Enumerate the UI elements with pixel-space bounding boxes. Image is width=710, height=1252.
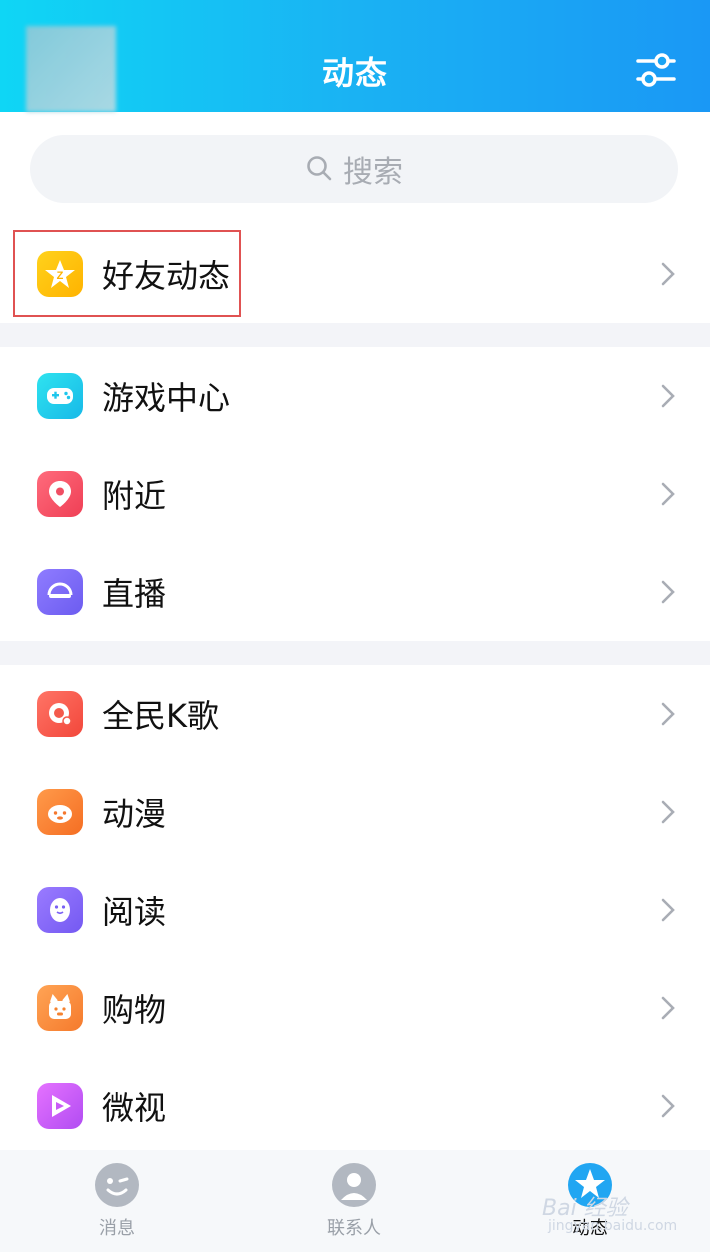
chevron-right-icon — [661, 384, 675, 408]
menu-item-anime[interactable]: 动漫 — [0, 764, 710, 860]
highlight-box — [13, 230, 241, 317]
chevron-right-icon — [661, 262, 675, 286]
anime-face-icon — [37, 789, 83, 835]
tab-label: 联系人 — [327, 1218, 381, 1239]
menu-item-label: 游戏中心 — [102, 379, 231, 417]
menu-item-label: 全民K歌 — [102, 697, 219, 735]
reading-penguin-icon — [37, 887, 83, 933]
menu-item-karaoke[interactable]: 全民K歌 — [0, 666, 710, 762]
menu-item-nearby[interactable]: 附近 — [0, 446, 710, 542]
menu-item-label: 购物 — [102, 991, 167, 1029]
search-icon — [307, 156, 332, 181]
message-smiley-icon — [95, 1163, 139, 1207]
tab-contacts[interactable]: 联系人 — [294, 1150, 414, 1252]
menu-item-label: 阅读 — [102, 893, 167, 931]
menu-item-reading[interactable]: 阅读 — [0, 862, 710, 958]
chevron-right-icon — [661, 482, 675, 506]
section-divider — [0, 323, 710, 347]
chevron-right-icon — [661, 996, 675, 1020]
menu-item-weishi[interactable]: 微视 — [0, 1058, 710, 1154]
menu-item-shopping[interactable]: 购物 — [0, 960, 710, 1056]
chevron-right-icon — [661, 898, 675, 922]
page-title: 动态 — [321, 54, 388, 92]
search-placeholder: 搜索 — [343, 155, 403, 190]
chevron-right-icon — [661, 800, 675, 824]
shopping-bag-icon — [37, 985, 83, 1031]
video-play-icon — [37, 1083, 83, 1129]
menu-item-label: 直播 — [102, 575, 167, 613]
menu-item-label: 附近 — [102, 477, 167, 515]
gamepad-icon — [37, 373, 83, 419]
chevron-right-icon — [661, 702, 675, 726]
karaoke-icon — [37, 691, 83, 737]
contact-person-icon — [332, 1163, 376, 1207]
chevron-right-icon — [661, 580, 675, 604]
watermark-url: jingyan.baidu.com — [548, 1218, 678, 1234]
tab-label: 消息 — [99, 1218, 135, 1239]
tab-messages[interactable]: 消息 — [57, 1150, 177, 1252]
location-pin-icon — [37, 471, 83, 517]
chevron-right-icon — [661, 1094, 675, 1118]
section-divider — [0, 641, 710, 665]
search-input[interactable]: 搜索 — [30, 135, 678, 203]
settings-sliders-icon[interactable] — [634, 50, 678, 90]
menu-item-label: 动漫 — [102, 795, 167, 833]
menu-item-game-center[interactable]: 游戏中心 — [0, 348, 710, 444]
header-bar: 动态 — [0, 0, 710, 112]
menu-item-label: 微视 — [102, 1089, 167, 1127]
live-icon — [37, 569, 83, 615]
menu-item-live[interactable]: 直播 — [0, 544, 710, 640]
